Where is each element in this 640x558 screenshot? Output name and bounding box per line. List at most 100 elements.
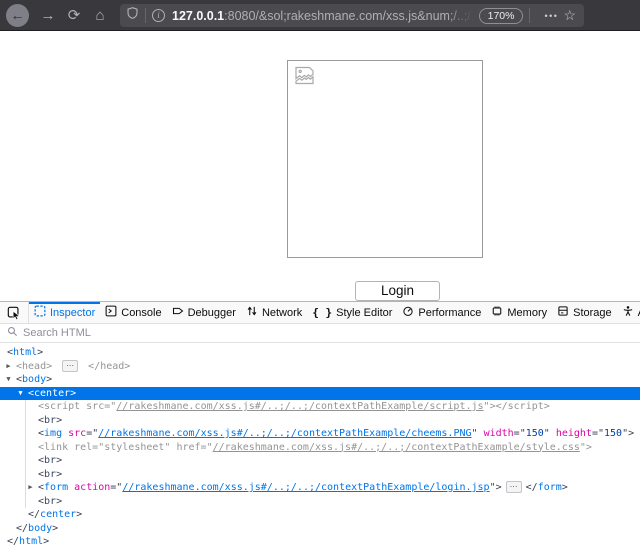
- tree-row-center-open[interactable]: ▼<center>: [0, 387, 640, 401]
- tree-row-br[interactable]: <br>: [0, 414, 640, 428]
- tree-row-br[interactable]: <br>: [0, 454, 640, 468]
- inspector-icon: [34, 305, 46, 320]
- tab-label: Storage: [573, 307, 612, 319]
- url-bar[interactable]: i 127.0.0.1:8080/&sol;rakeshmane.com/xss…: [120, 4, 584, 27]
- syntax-token: <center>: [28, 388, 76, 399]
- syntax-token: src: [68, 428, 86, 439]
- syntax-token: ">: [580, 442, 592, 453]
- syntax-token: 150: [604, 428, 622, 439]
- tab-label: Inspector: [50, 307, 95, 319]
- syntax-token: body: [22, 374, 46, 385]
- syntax-token: <script src=": [38, 401, 116, 412]
- url-fade: [447, 9, 473, 23]
- tab-network[interactable]: Network: [241, 302, 307, 323]
- syntax-token: form: [538, 482, 562, 493]
- search-placeholder: Search HTML: [23, 327, 91, 339]
- syntax-token: center: [40, 509, 76, 520]
- firefox-window: ← → ⟳ ⌂ i 127.0.0.1:8080/&sol;rakeshmane…: [0, 0, 640, 558]
- tree-row-head[interactable]: ▶<head> ⋯ </head>: [0, 360, 640, 374]
- tree-row-html-close[interactable]: </html>: [0, 535, 640, 549]
- accessibility-icon: [622, 305, 634, 320]
- collapse-arrow-icon[interactable]: ▼: [15, 387, 26, 401]
- syntax-token: =": [514, 428, 526, 439]
- syntax-token: "></script>: [484, 401, 550, 412]
- syntax-token: ">: [490, 482, 502, 493]
- tab-inspector[interactable]: Inspector: [29, 302, 100, 323]
- storage-icon: [557, 305, 569, 320]
- syntax-token: ">: [622, 428, 634, 439]
- tab-style-editor[interactable]: { } Style Editor: [307, 302, 397, 323]
- attribute-url-link[interactable]: //rakeshmane.com/xss.js#/..;/..;/context…: [98, 428, 471, 439]
- syntax-token: br: [44, 496, 56, 507]
- tree-row-body-open[interactable]: ▼<body>: [0, 373, 640, 387]
- syntax-token: =": [110, 482, 122, 493]
- syntax-token: img: [44, 428, 62, 439]
- collapse-arrow-icon[interactable]: ▼: [3, 373, 14, 387]
- attribute-url-link[interactable]: //rakeshmane.com/xss.js#/..;/..;/context…: [213, 442, 580, 453]
- urlbar-divider: [529, 8, 530, 23]
- tab-memory[interactable]: Memory: [486, 302, 552, 323]
- syntax-token: </head>: [82, 361, 130, 372]
- tree-row-img[interactable]: <img src="//rakeshmane.com/xss.js#/..;/.…: [0, 427, 640, 441]
- syntax-token: html: [19, 536, 43, 547]
- syntax-token: width: [484, 428, 514, 439]
- syntax-token: br: [44, 469, 56, 480]
- back-button[interactable]: ←: [6, 4, 29, 27]
- performance-icon: [402, 305, 414, 320]
- syntax-token: =": [86, 428, 98, 439]
- tab-storage[interactable]: Storage: [552, 302, 617, 323]
- tab-debugger[interactable]: Debugger: [167, 302, 241, 323]
- tree-row-form[interactable]: ▶<form action="//rakeshmane.com/xss.js#/…: [0, 481, 640, 495]
- urlbar-divider: [145, 8, 146, 23]
- tree-row-br[interactable]: <br>: [0, 495, 640, 509]
- login-button[interactable]: Login: [355, 281, 440, 301]
- syntax-token: html: [13, 347, 37, 358]
- syntax-token: >: [56, 415, 62, 426]
- tab-performance[interactable]: Performance: [397, 302, 486, 323]
- syntax-token: body: [28, 523, 52, 534]
- expand-arrow-icon[interactable]: ▶: [25, 481, 36, 495]
- tree-row-body-close[interactable]: </body>: [0, 522, 640, 536]
- tab-label: Console: [121, 307, 161, 319]
- home-button[interactable]: ⌂: [87, 7, 113, 24]
- shield-icon[interactable]: [126, 6, 139, 25]
- syntax-token: =": [592, 428, 604, 439]
- syntax-token: >: [76, 509, 82, 520]
- page-actions-icon[interactable]: •••: [544, 11, 558, 21]
- syntax-token: <head>: [16, 361, 58, 372]
- network-icon: [246, 305, 258, 320]
- forward-button[interactable]: →: [35, 7, 61, 24]
- tab-console[interactable]: Console: [100, 302, 166, 323]
- page-content: Login: [0, 32, 640, 301]
- memory-icon: [491, 305, 503, 320]
- inline-expander-badge[interactable]: ⋯: [62, 360, 78, 372]
- zoom-level-badge[interactable]: 170%: [479, 8, 524, 24]
- site-info-icon[interactable]: i: [152, 9, 165, 22]
- url-text[interactable]: 127.0.0.1:8080/&sol;rakeshmane.com/xss.j…: [172, 9, 473, 23]
- expand-arrow-icon[interactable]: ▶: [3, 360, 14, 374]
- tree-row-link[interactable]: <link rel="stylesheet" href="//rakeshman…: [0, 441, 640, 455]
- tree-row-script[interactable]: <script src="//rakeshmane.com/xss.js#/..…: [0, 400, 640, 414]
- attribute-url-link[interactable]: //rakeshmane.com/xss.js#/..;/..;/context…: [116, 401, 483, 412]
- syntax-token: </: [16, 523, 28, 534]
- node-picker-button[interactable]: [0, 302, 29, 323]
- search-input[interactable]: Search HTML: [0, 324, 640, 343]
- url-path: :8080/&sol;rakeshmane.com/xss.js&num;/..…: [224, 9, 472, 23]
- tree-row-html-open[interactable]: <html>: [0, 346, 640, 360]
- url-host: 127.0.0.1: [172, 9, 224, 23]
- attribute-url-link[interactable]: //rakeshmane.com/xss.js#/..;/..;/context…: [122, 482, 489, 493]
- reload-button[interactable]: ⟳: [61, 6, 87, 24]
- syntax-token: action: [74, 482, 110, 493]
- tab-label: Style Editor: [336, 307, 392, 319]
- syntax-token: >: [562, 482, 568, 493]
- syntax-token: form: [44, 482, 68, 493]
- inline-expander-badge[interactable]: ⋯: [506, 481, 522, 493]
- syntax-token: </: [7, 536, 19, 547]
- tree-row-center-close[interactable]: </center>: [0, 508, 640, 522]
- syntax-token: >: [37, 347, 43, 358]
- bookmark-star-icon[interactable]: ☆: [563, 7, 576, 24]
- search-icon: [7, 326, 18, 340]
- syntax-token: >: [52, 523, 58, 534]
- tree-row-br[interactable]: <br>: [0, 468, 640, 482]
- tab-accessibility[interactable]: Acce: [617, 302, 640, 323]
